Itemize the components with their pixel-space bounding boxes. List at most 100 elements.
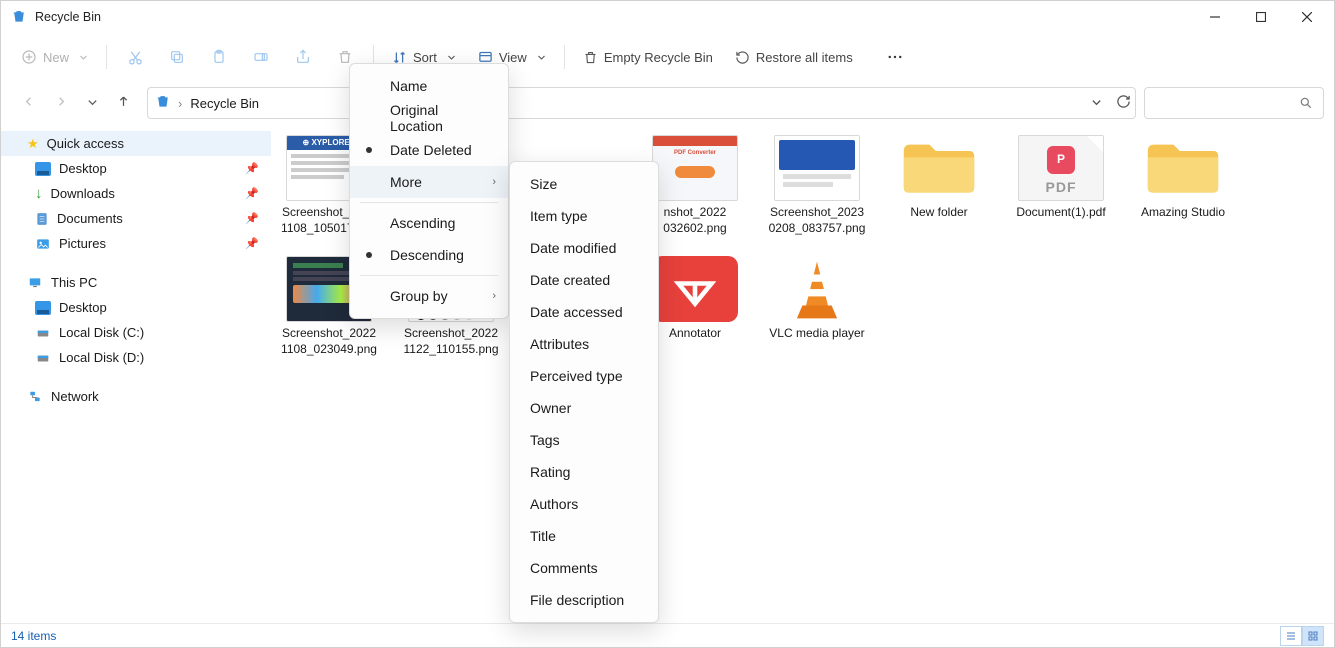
menu-item-ascending[interactable]: Ascending <box>350 207 508 239</box>
more-options-button[interactable] <box>875 39 915 75</box>
sidebar-item-network[interactable]: Network <box>1 384 271 409</box>
copy-button[interactable] <box>157 39 197 75</box>
restore-all-button[interactable]: Restore all items <box>725 39 863 75</box>
recycle-bin-icon <box>156 95 170 112</box>
file-explorer-window: { "title": "Recycle Bin", "window_contro… <box>0 0 1335 648</box>
file-label: Annotator <box>669 326 721 342</box>
sidebar-item-downloads[interactable]: ↓ Downloads 📌 <box>1 181 271 206</box>
pictures-icon <box>35 237 51 251</box>
menu-item-group-by[interactable]: Group by› <box>350 280 508 312</box>
recent-locations-button[interactable] <box>87 96 98 111</box>
submenu-item-title[interactable]: Title <box>510 520 658 552</box>
content-area[interactable]: ⊕ XYPLORERScreenshot_20221108_105017.png… <box>271 125 1334 623</box>
sidebar-item-local-disk-c[interactable]: Local Disk (C:) <box>1 320 271 345</box>
submenu-item-attributes[interactable]: Attributes <box>510 328 658 360</box>
file-item[interactable]: VLC media player <box>769 256 865 357</box>
submenu-item-owner[interactable]: Owner <box>510 392 658 424</box>
menu-item-more[interactable]: More› <box>350 166 508 198</box>
menu-item-descending[interactable]: Descending <box>350 239 508 271</box>
window-controls <box>1192 1 1330 33</box>
sidebar-item-quick-access[interactable]: ★ Quick access <box>1 131 271 156</box>
view-toggles <box>1280 626 1324 646</box>
toolbar: New Sort View Empty Recycle Bin Restore … <box>1 33 1334 81</box>
minimize-button[interactable] <box>1192 1 1238 33</box>
menu-item-date-deleted[interactable]: Date Deleted <box>350 134 508 166</box>
file-label: Screenshot_20221122_110155.png <box>404 326 499 357</box>
chevron-down-icon <box>537 50 546 65</box>
refresh-button[interactable] <box>1116 94 1131 112</box>
file-label: Screenshot_20230208_083757.png <box>769 205 866 236</box>
forward-button[interactable] <box>54 94 69 112</box>
titlebar: Recycle Bin <box>1 1 1334 33</box>
submenu-item-tags[interactable]: Tags <box>510 424 658 456</box>
back-button[interactable] <box>21 94 36 112</box>
pin-icon: 📌 <box>245 162 259 175</box>
submenu-item-date-accessed[interactable]: Date accessed <box>510 296 658 328</box>
search-icon <box>1299 96 1313 110</box>
sidebar-item-pictures[interactable]: Pictures 📌 <box>1 231 271 256</box>
chevron-right-icon: › <box>178 96 182 111</box>
sidebar-item-this-pc[interactable]: This PC <box>1 270 271 295</box>
sidebar-item-local-disk-d[interactable]: Local Disk (D:) <box>1 345 271 370</box>
menu-item-name[interactable]: Name <box>350 70 508 102</box>
network-icon <box>27 390 43 404</box>
rename-button[interactable] <box>241 39 281 75</box>
status-item-count: 14 items <box>11 629 56 643</box>
status-bar: 14 items <box>1 623 1334 647</box>
file-item[interactable]: Screenshot_20230208_083757.png <box>769 135 865 236</box>
up-button[interactable] <box>116 94 131 112</box>
nav-row: › Recycle Bin <box>1 81 1334 125</box>
submenu-item-size[interactable]: Size <box>510 168 658 200</box>
maximize-button[interactable] <box>1238 1 1284 33</box>
file-item[interactable]: PDF Converternshot_2022032602.png <box>647 135 743 236</box>
submenu-item-comments[interactable]: Comments <box>510 552 658 584</box>
file-label: Amazing Studio <box>1141 205 1225 221</box>
file-label: New folder <box>910 205 967 221</box>
submenu-item-file-description[interactable]: File description <box>510 584 658 616</box>
menu-item-original-location[interactable]: Original Location <box>350 102 508 134</box>
submenu-item-date-created[interactable]: Date created <box>510 264 658 296</box>
star-icon: ★ <box>27 136 39 152</box>
address-bar[interactable]: › Recycle Bin <box>147 87 1136 119</box>
chevron-down-icon <box>79 50 88 65</box>
desktop-icon <box>35 301 51 315</box>
submenu-item-date-modified[interactable]: Date modified <box>510 232 658 264</box>
disk-icon <box>35 326 51 340</box>
close-button[interactable] <box>1284 1 1330 33</box>
pin-icon: 📌 <box>245 187 259 200</box>
pin-icon: 📌 <box>245 237 259 250</box>
desktop-icon <box>35 162 51 176</box>
sidebar-item-documents[interactable]: Documents 📌 <box>1 206 271 231</box>
file-item[interactable]: PPDFDocument(1).pdf <box>1013 135 1109 236</box>
pin-icon: 📌 <box>245 212 259 225</box>
sidebar: ★ Quick access Desktop 📌 ↓ Downloads 📌 D… <box>1 125 271 623</box>
chevron-right-icon: › <box>492 176 496 188</box>
file-label: Document(1).pdf <box>1016 205 1105 221</box>
submenu-item-perceived-type[interactable]: Perceived type <box>510 360 658 392</box>
disk-icon <box>35 351 51 365</box>
search-input[interactable] <box>1144 87 1324 119</box>
chevron-right-icon: › <box>492 290 496 302</box>
paste-button[interactable] <box>199 39 239 75</box>
icons-view-button[interactable] <box>1302 626 1324 646</box>
file-item[interactable]: Amazing Studio <box>1135 135 1231 236</box>
recycle-bin-icon <box>11 9 27 25</box>
sidebar-item-desktop-pc[interactable]: Desktop <box>1 295 271 320</box>
details-view-button[interactable] <box>1280 626 1302 646</box>
file-item[interactable]: Annotator <box>647 256 743 357</box>
sort-context-menu: Name Original Location Date Deleted More… <box>349 63 509 319</box>
sort-more-submenu: Size Item type Date modified Date create… <box>509 161 659 623</box>
cut-button[interactable] <box>115 39 155 75</box>
empty-recycle-bin-button[interactable]: Empty Recycle Bin <box>573 39 723 75</box>
sidebar-item-desktop[interactable]: Desktop 📌 <box>1 156 271 181</box>
address-dropdown-button[interactable] <box>1091 96 1102 111</box>
breadcrumb[interactable]: Recycle Bin <box>190 96 259 111</box>
submenu-item-authors[interactable]: Authors <box>510 488 658 520</box>
file-item[interactable]: New folder <box>891 135 987 236</box>
file-label: Screenshot_20221108_023049.png <box>281 326 377 357</box>
window-title: Recycle Bin <box>35 10 1192 24</box>
submenu-item-rating[interactable]: Rating <box>510 456 658 488</box>
submenu-item-item-type[interactable]: Item type <box>510 200 658 232</box>
share-button[interactable] <box>283 39 323 75</box>
new-button[interactable]: New <box>11 39 98 75</box>
